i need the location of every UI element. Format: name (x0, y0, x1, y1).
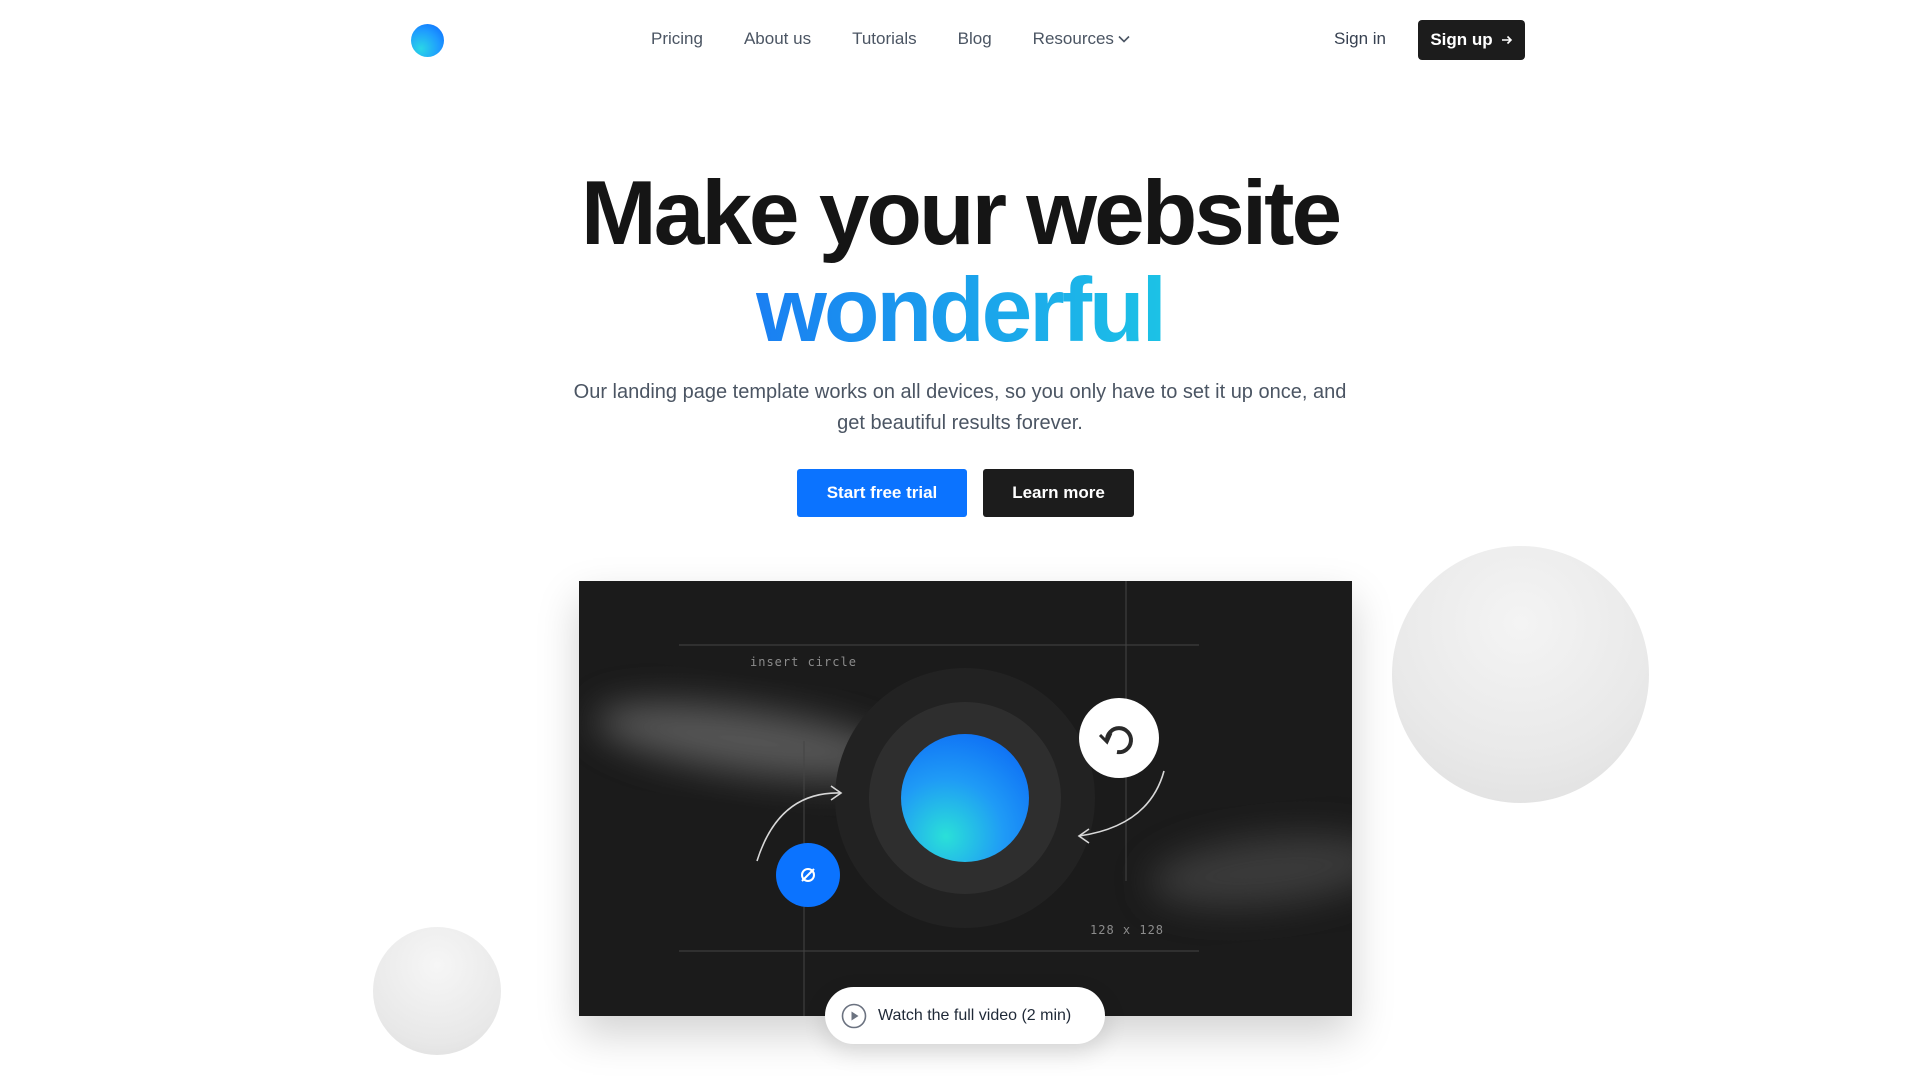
refresh-icon-badge (1079, 698, 1159, 778)
nav-resources-label: Resources (1032, 29, 1114, 48)
learn-more-button[interactable]: Learn more (983, 469, 1134, 517)
nav-resources-dropdown[interactable]: Resources (1033, 29, 1130, 49)
hero-title-line1: Make your website (580, 163, 1342, 264)
nav-blog[interactable]: Blog (958, 29, 992, 49)
video-illustration (595, 581, 1352, 1016)
hero-subtitle: Our landing page template works on all d… (573, 381, 1347, 434)
nav-pricing[interactable]: Pricing (651, 29, 703, 49)
nav-tutorials[interactable]: Tutorials (852, 29, 917, 49)
arrow-right-icon (1501, 35, 1512, 45)
start-free-trial-button[interactable]: Start free trial (797, 469, 967, 517)
nav-about-us[interactable]: About us (744, 29, 811, 49)
sign-up-button[interactable]: Sign up (1418, 20, 1525, 60)
hero-title-highlight: wonderful (756, 260, 1167, 361)
decorative-sphere-left (373, 927, 501, 1055)
main-nav: Pricing About us Tutorials Blog Resource… (651, 29, 1130, 49)
sign-in-link[interactable]: Sign in (1334, 29, 1386, 49)
logo-icon[interactable] (411, 24, 444, 57)
sign-up-label: Sign up (1430, 30, 1493, 49)
chevron-down-icon (1118, 35, 1130, 43)
decorative-sphere-right (1392, 546, 1649, 803)
watch-video-label: Watch the full video (2 min) (878, 1006, 1072, 1024)
size-label: 128 x 128 (1090, 923, 1165, 937)
play-icon (841, 1003, 867, 1028)
insert-circle-label: insert circle (750, 655, 857, 669)
video-preview[interactable]: insert circle 128 x 128 (579, 581, 1352, 1016)
watch-video-button[interactable]: Watch the full video (2 min) (825, 987, 1105, 1044)
site-header: Pricing About us Tutorials Blog Resource… (0, 0, 1920, 82)
hero-title-line2: wonderful (0, 265, 1920, 356)
